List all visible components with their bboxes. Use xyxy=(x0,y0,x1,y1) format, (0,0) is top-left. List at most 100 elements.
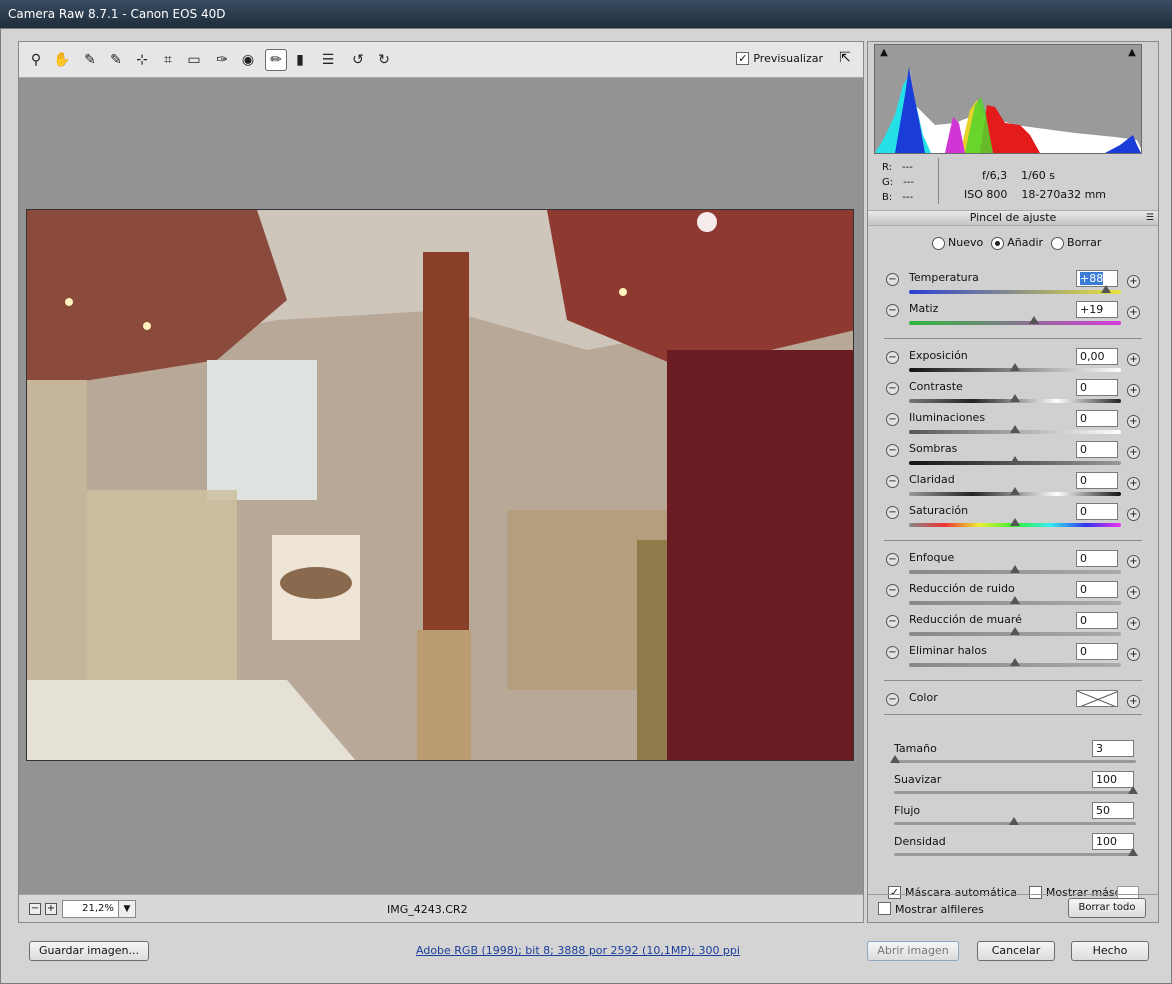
temperatura-minus-button[interactable]: − xyxy=(886,273,899,286)
white-balance-icon[interactable]: ✎ xyxy=(79,49,101,71)
exposicion-value-field[interactable]: 0,00 xyxy=(1076,348,1118,365)
color-sampler-icon[interactable]: ✎ xyxy=(105,49,127,71)
reduccion-muare-minus-button[interactable]: − xyxy=(886,615,899,628)
sombras-value-field[interactable]: 0 xyxy=(1076,441,1118,458)
preferences-icon[interactable]: ☰ xyxy=(317,49,339,71)
preview-checkbox[interactable]: ✓ xyxy=(736,52,750,65)
photo-preview[interactable] xyxy=(26,209,854,761)
iluminaciones-value-field[interactable]: 0 xyxy=(1076,410,1118,427)
radio-new[interactable] xyxy=(932,236,945,250)
eliminar-halos-plus-button[interactable]: + xyxy=(1127,648,1140,661)
red-eye-icon[interactable]: ◉ xyxy=(237,49,259,71)
reduccion-ruido-plus-button[interactable]: + xyxy=(1127,586,1140,599)
tamano-track[interactable] xyxy=(894,760,1136,763)
matiz-value-field[interactable]: +19 xyxy=(1076,301,1118,318)
zoom-out-button[interactable]: − xyxy=(29,903,41,915)
shadow-clipping-icon[interactable]: ▲ xyxy=(877,47,891,59)
color-plus-button[interactable]: + xyxy=(1127,695,1140,708)
contraste-plus-button[interactable]: + xyxy=(1127,384,1140,397)
color-minus-button[interactable]: − xyxy=(886,693,899,706)
eliminar-halos-value-field[interactable]: 0 xyxy=(1076,643,1118,660)
reduccion-ruido-value-field[interactable]: 0 xyxy=(1076,581,1118,598)
spot-removal-icon[interactable]: ✑ xyxy=(211,49,233,71)
mode-erase[interactable]: Borrar xyxy=(1051,236,1101,250)
targeted-adjustment-icon[interactable]: ⊹ xyxy=(131,49,153,71)
fullscreen-icon[interactable]: ⇱ xyxy=(835,50,855,70)
zoom-in-button[interactable]: + xyxy=(45,903,57,915)
workflow-options-link[interactable]: Adobe RGB (1998); bit 8; 3888 por 2592 (… xyxy=(416,944,740,957)
sombras-thumb[interactable] xyxy=(1010,456,1020,464)
zoom-icon[interactable]: ⚲ xyxy=(25,49,47,71)
temperatura-thumb[interactable] xyxy=(1101,285,1112,293)
zoom-dropdown-icon[interactable]: ▼ xyxy=(118,900,136,918)
tamano-value-field[interactable]: 3 xyxy=(1092,740,1134,757)
flujo-thumb[interactable] xyxy=(1009,817,1019,825)
tamano-thumb[interactable] xyxy=(890,755,900,763)
claridad-value-field[interactable]: 0 xyxy=(1076,472,1118,489)
claridad-plus-button[interactable]: + xyxy=(1127,477,1140,490)
temperatura-plus-button[interactable]: + xyxy=(1127,275,1140,288)
densidad-track[interactable] xyxy=(894,853,1136,856)
densidad-thumb[interactable] xyxy=(1128,848,1138,856)
matiz-minus-button[interactable]: − xyxy=(886,304,899,317)
reduccion-muare-value-field[interactable]: 0 xyxy=(1076,612,1118,629)
done-button[interactable]: Hecho xyxy=(1071,941,1149,961)
reduccion-ruido-thumb[interactable] xyxy=(1010,596,1020,604)
rotate-left-icon[interactable]: ↺ xyxy=(347,49,369,71)
reduccion-muare-thumb[interactable] xyxy=(1010,627,1020,635)
temperatura-track[interactable] xyxy=(909,290,1121,294)
enfoque-minus-button[interactable]: − xyxy=(886,553,899,566)
panel-menu-icon[interactable]: ☰ xyxy=(1146,211,1154,225)
eliminar-halos-minus-button[interactable]: − xyxy=(886,646,899,659)
suavizar-track[interactable] xyxy=(894,791,1136,794)
reduccion-ruido-minus-button[interactable]: − xyxy=(886,584,899,597)
matiz-track[interactable] xyxy=(909,321,1121,325)
highlight-clipping-icon[interactable]: ▲ xyxy=(1125,47,1139,59)
sombras-minus-button[interactable]: − xyxy=(886,444,899,457)
color-swatch[interactable] xyxy=(1076,690,1118,707)
claridad-thumb[interactable] xyxy=(1010,487,1020,495)
mode-add[interactable]: Añadir xyxy=(991,236,1043,250)
clear-all-button[interactable]: Borrar todo xyxy=(1068,898,1146,918)
temperatura-value-field[interactable]: +88 xyxy=(1076,270,1118,287)
matiz-plus-button[interactable]: + xyxy=(1127,306,1140,319)
iluminaciones-thumb[interactable] xyxy=(1010,425,1020,433)
hand-icon[interactable]: ✋ xyxy=(51,49,73,71)
enfoque-value-field[interactable]: 0 xyxy=(1076,550,1118,567)
save-image-button[interactable]: Guardar imagen... xyxy=(29,941,149,961)
slider-enfoque: − Enfoque 0 + xyxy=(886,550,1158,580)
show-pins-checkbox[interactable] xyxy=(878,902,891,915)
mode-new[interactable]: Nuevo xyxy=(932,236,983,250)
crop-icon[interactable]: ⌗ xyxy=(157,49,179,71)
open-image-button[interactable]: Abrir imagen xyxy=(867,941,959,961)
matiz-thumb[interactable] xyxy=(1029,316,1040,324)
suavizar-thumb[interactable] xyxy=(1128,786,1138,794)
enfoque-plus-button[interactable]: + xyxy=(1127,555,1140,568)
saturacion-plus-button[interactable]: + xyxy=(1127,508,1140,521)
saturacion-value-field[interactable]: 0 xyxy=(1076,503,1118,520)
radio-erase[interactable] xyxy=(1051,236,1065,250)
claridad-minus-button[interactable]: − xyxy=(886,475,899,488)
iluminaciones-minus-button[interactable]: − xyxy=(886,413,899,426)
straighten-icon[interactable]: ▭ xyxy=(183,49,205,71)
adjustment-brush-icon[interactable]: ✏ xyxy=(265,49,287,71)
contraste-thumb[interactable] xyxy=(1010,394,1020,402)
sombras-plus-button[interactable]: + xyxy=(1127,446,1140,459)
contraste-minus-button[interactable]: − xyxy=(886,382,899,395)
radio-add[interactable] xyxy=(991,236,1005,250)
cancel-button[interactable]: Cancelar xyxy=(977,941,1055,961)
exposicion-thumb[interactable] xyxy=(1010,363,1020,371)
saturacion-minus-button[interactable]: − xyxy=(886,506,899,519)
preview-toggle[interactable]: ✓ Previsualizar xyxy=(736,52,823,65)
contraste-value-field[interactable]: 0 xyxy=(1076,379,1118,396)
reduccion-muare-plus-button[interactable]: + xyxy=(1127,617,1140,630)
iluminaciones-plus-button[interactable]: + xyxy=(1127,415,1140,428)
saturacion-thumb[interactable] xyxy=(1010,518,1020,526)
exposicion-plus-button[interactable]: + xyxy=(1127,353,1140,366)
graduated-filter-icon[interactable]: ▮ xyxy=(289,49,311,71)
eliminar-halos-thumb[interactable] xyxy=(1010,658,1020,666)
enfoque-thumb[interactable] xyxy=(1010,565,1020,573)
flujo-value-field[interactable]: 50 xyxy=(1092,802,1134,819)
exposicion-minus-button[interactable]: − xyxy=(886,351,899,364)
rotate-right-icon[interactable]: ↻ xyxy=(373,49,395,71)
